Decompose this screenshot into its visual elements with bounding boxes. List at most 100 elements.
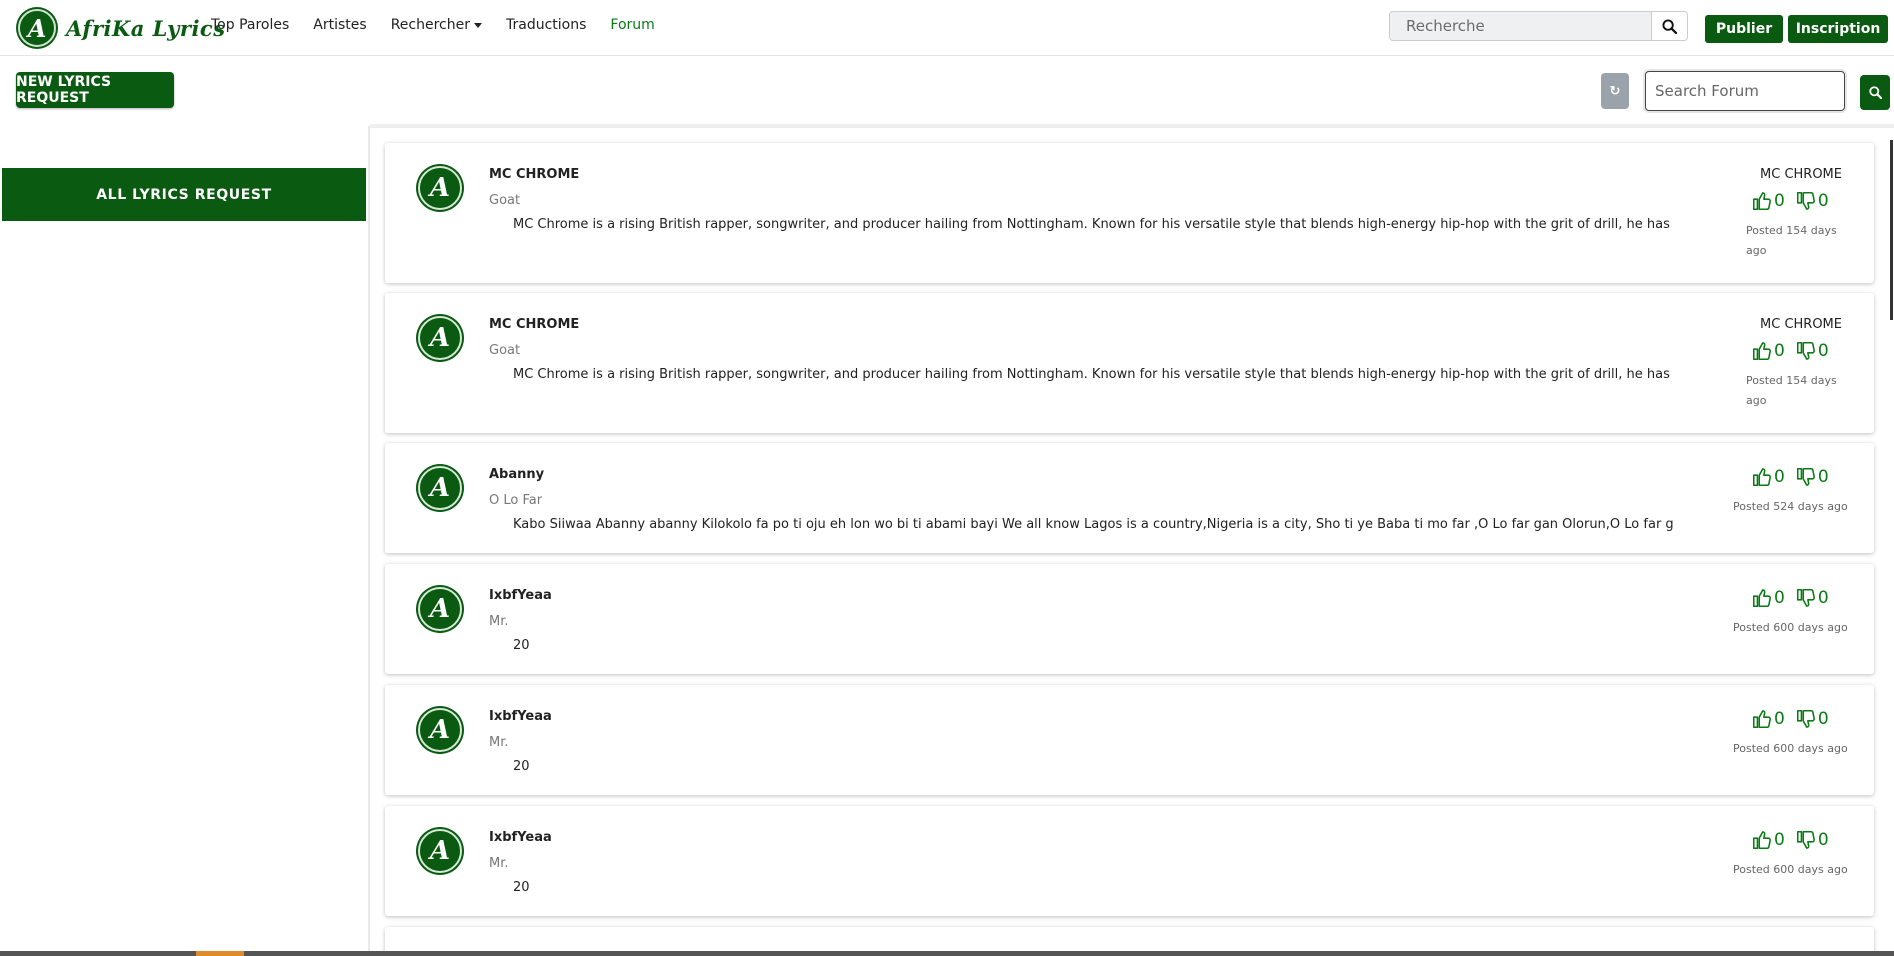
sidebar-divider xyxy=(368,126,370,956)
nav-traductions[interactable]: Traductions xyxy=(506,17,586,33)
thumbs-up-icon xyxy=(1752,342,1771,361)
like-button[interactable]: 0 xyxy=(1751,466,1785,488)
like-count: 0 xyxy=(1774,467,1785,487)
user-avatar-icon[interactable]: A xyxy=(418,316,462,360)
dislike-button[interactable]: 0 xyxy=(1795,190,1829,212)
thumbs-down-icon xyxy=(1796,467,1815,486)
top-navbar: A AfriKa Lyrics Top Paroles Artistes Rec… xyxy=(0,0,1894,56)
like-button[interactable]: 0 xyxy=(1751,708,1785,730)
bottom-edge-segment xyxy=(196,951,244,956)
forum-search-input[interactable] xyxy=(1645,71,1845,111)
post-card[interactable]: A IxbfYeaa Mr. 20 0 0 Posted 600 days ag… xyxy=(385,564,1874,674)
posted-time-line: Posted 154 days xyxy=(1746,374,1837,387)
posted-time: Posted 154 days ago xyxy=(1746,221,1837,261)
posted-time-line: Posted 600 days ago xyxy=(1733,863,1848,876)
nav-forum[interactable]: Forum xyxy=(610,17,654,33)
vote-group: 0 0 xyxy=(1751,829,1839,851)
post-title[interactable]: Mr. xyxy=(489,614,509,629)
post-author[interactable]: IxbfYeaa xyxy=(489,830,552,845)
like-count: 0 xyxy=(1774,191,1785,211)
post-card[interactable]: A MC CHROME Goat MC Chrome is a rising B… xyxy=(385,293,1874,433)
post-excerpt: MC Chrome is a rising British rapper, so… xyxy=(513,217,1673,232)
dislike-count: 0 xyxy=(1817,709,1829,729)
posted-time: Posted 600 days ago xyxy=(1733,860,1848,880)
nav-top-paroles[interactable]: Top Paroles xyxy=(211,17,289,33)
dislike-button[interactable]: 0 xyxy=(1795,466,1829,488)
inscription-button[interactable]: Inscription xyxy=(1788,15,1888,43)
user-avatar-icon[interactable]: A xyxy=(418,708,462,752)
like-button[interactable]: 0 xyxy=(1751,190,1785,212)
like-count: 0 xyxy=(1774,709,1785,729)
post-card[interactable]: A Abanny O Lo Far Kabo Siiwaa Abanny aba… xyxy=(385,443,1874,553)
post-title[interactable]: Goat xyxy=(489,193,520,208)
post-excerpt: 20 xyxy=(513,638,530,653)
like-count: 0 xyxy=(1774,830,1785,850)
post-excerpt: 20 xyxy=(513,880,530,895)
vote-group: 0 0 xyxy=(1751,190,1839,212)
publier-button[interactable]: Publier xyxy=(1705,15,1783,43)
post-excerpt: 20 xyxy=(513,759,530,774)
brand-name: AfriKa Lyrics xyxy=(66,15,226,41)
dislike-button[interactable]: 0 xyxy=(1795,340,1829,362)
new-lyrics-request-button[interactable]: NEW LYRICS REQUEST xyxy=(16,72,174,108)
dislike-count: 0 xyxy=(1817,467,1829,487)
posted-time: Posted 524 days ago xyxy=(1733,497,1848,517)
like-button[interactable]: 0 xyxy=(1751,587,1785,609)
sidebar-item-all-lyrics-request[interactable]: ALL LYRICS REQUEST xyxy=(2,168,366,221)
main-nav: Top Paroles Artistes Rechercher Traducti… xyxy=(211,17,679,33)
dislike-button[interactable]: 0 xyxy=(1795,829,1829,851)
user-avatar-icon[interactable]: A xyxy=(418,829,462,873)
thumbs-up-icon xyxy=(1752,831,1771,850)
dislike-button[interactable]: 0 xyxy=(1795,708,1829,730)
post-author[interactable]: IxbfYeaa xyxy=(489,588,552,603)
thumbs-down-icon xyxy=(1796,191,1815,210)
site-search-input[interactable] xyxy=(1390,12,1651,40)
dislike-count: 0 xyxy=(1817,588,1829,608)
user-avatar-icon[interactable]: A xyxy=(418,166,462,210)
dislike-button[interactable]: 0 xyxy=(1795,587,1829,609)
thumbs-up-icon xyxy=(1752,192,1771,211)
thumbs-up-icon xyxy=(1752,710,1771,729)
post-card[interactable]: A MC CHROME Goat MC Chrome is a rising B… xyxy=(385,143,1874,283)
posted-time-line: Posted 154 days xyxy=(1746,224,1837,237)
search-icon xyxy=(1662,18,1677,34)
user-avatar-icon[interactable]: A xyxy=(418,466,462,510)
post-title[interactable]: Goat xyxy=(489,343,520,358)
post-author[interactable]: MC CHROME xyxy=(489,317,579,332)
post-card[interactable]: A IxbfYeaa Mr. 20 0 0 Posted 600 days ag… xyxy=(385,806,1874,916)
nav-artistes[interactable]: Artistes xyxy=(313,17,366,33)
posted-time-line: Posted 524 days ago xyxy=(1733,500,1848,513)
post-excerpt: MC Chrome is a rising British rapper, so… xyxy=(513,367,1673,382)
posted-time-line: Posted 600 days ago xyxy=(1733,742,1848,755)
nav-rechercher-dropdown[interactable]: Rechercher xyxy=(391,17,482,33)
posted-time: Posted 600 days ago xyxy=(1733,739,1848,759)
content-top-border xyxy=(370,124,1894,128)
post-excerpt: Kabo Siiwaa Abanny abanny Kilokolo fa po… xyxy=(513,517,1673,532)
scrollbar-thumb[interactable] xyxy=(1890,140,1893,320)
thumbs-down-icon xyxy=(1796,709,1815,728)
post-card[interactable]: A IxbfYeaa Mr. 20 0 0 Posted 600 days ag… xyxy=(385,685,1874,795)
user-avatar-icon[interactable]: A xyxy=(418,587,462,631)
like-button[interactable]: 0 xyxy=(1751,340,1785,362)
brand-link[interactable]: A AfriKa Lyrics xyxy=(18,8,226,48)
forum-search-button[interactable] xyxy=(1860,75,1890,110)
refresh-button[interactable]: ↻ xyxy=(1601,73,1629,109)
site-search-button[interactable] xyxy=(1651,12,1687,40)
post-title[interactable]: Mr. xyxy=(489,735,509,750)
thumbs-up-icon xyxy=(1752,468,1771,487)
dislike-count: 0 xyxy=(1817,341,1829,361)
posted-time: Posted 154 days ago xyxy=(1746,371,1837,411)
post-author[interactable]: Abanny xyxy=(489,467,544,482)
search-icon xyxy=(1868,86,1882,99)
post-author[interactable]: IxbfYeaa xyxy=(489,709,552,724)
dislike-count: 0 xyxy=(1817,830,1829,850)
like-button[interactable]: 0 xyxy=(1751,829,1785,851)
post-meta-author: MC CHROME xyxy=(1760,167,1842,182)
thumbs-down-icon xyxy=(1796,830,1815,849)
post-title[interactable]: Mr. xyxy=(489,856,509,871)
vote-group: 0 0 xyxy=(1751,708,1839,730)
post-title[interactable]: O Lo Far xyxy=(489,493,542,508)
post-author[interactable]: MC CHROME xyxy=(489,167,579,182)
thumbs-down-icon xyxy=(1796,588,1815,607)
vote-group: 0 0 xyxy=(1751,340,1839,362)
